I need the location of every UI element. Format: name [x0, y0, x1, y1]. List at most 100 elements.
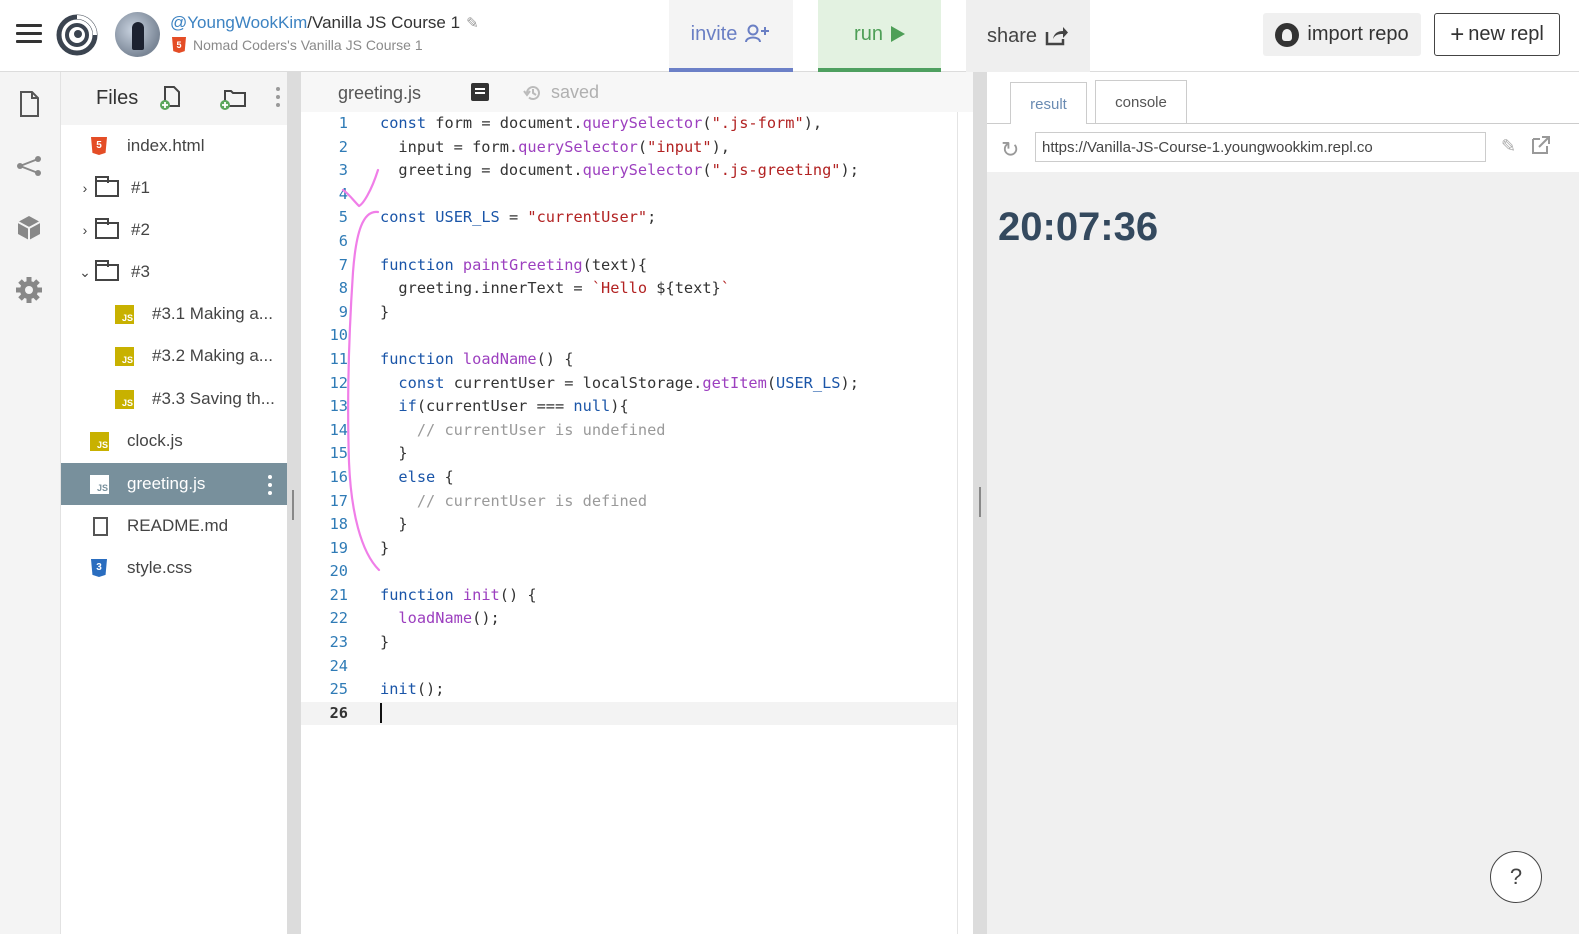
play-icon [890, 26, 905, 42]
line-text: } [380, 538, 390, 557]
run-button[interactable]: run [818, 0, 941, 72]
file-item-3-3[interactable]: JS #3.3 Saving th... [61, 378, 287, 420]
repl-name[interactable]: Vanilla JS Course 1 [312, 13, 460, 32]
editor-header: greeting.js saved [301, 72, 973, 112]
avatar[interactable] [115, 12, 160, 57]
import-repo-label: import repo [1307, 23, 1409, 45]
line-number: 11 [329, 349, 348, 368]
refresh-icon[interactable]: ↻ [1001, 137, 1019, 163]
file-item-readme[interactable]: README.md [61, 505, 287, 547]
code-line: 23} [301, 631, 957, 655]
folder-item-3[interactable]: ⌄ #3 [61, 251, 287, 293]
line-number: 8 [338, 279, 348, 298]
line-text: greeting.innerText = `Hello ${text}` [380, 279, 730, 298]
line-number: 2 [338, 137, 348, 156]
editor-tab[interactable]: greeting.js [338, 83, 421, 104]
new-folder-icon[interactable] [219, 84, 247, 112]
line-text: } [380, 444, 408, 463]
file-item-greeting-js[interactable]: JS greeting.js [61, 463, 287, 505]
panel-resize-handle[interactable] [287, 72, 301, 934]
files-menu-icon[interactable] [276, 87, 282, 107]
history-icon [523, 85, 540, 100]
code-line: 12 const currentUser = localStorage.getI… [301, 372, 957, 396]
file-item-style-css[interactable]: 3 style.css [61, 547, 287, 589]
pencil-icon[interactable]: ✎ [466, 15, 479, 32]
open-new-tab-icon[interactable] [1530, 134, 1552, 156]
css3-icon: 3 [91, 559, 107, 577]
share-nodes-icon[interactable] [14, 151, 44, 181]
line-text: loadName(); [398, 609, 500, 628]
new-file-icon[interactable] [157, 84, 185, 112]
folder-icon [95, 217, 119, 239]
files-panel: Files 5 index.html › #1 › #2 ⌄ #3 JS #3.… [61, 72, 287, 934]
line-number: 12 [329, 373, 348, 392]
folder-icon [95, 175, 119, 197]
chevron-right-icon[interactable]: › [75, 222, 95, 238]
line-number: 13 [329, 397, 348, 416]
tab-result[interactable]: result [1010, 82, 1087, 125]
line-number: 15 [329, 444, 348, 463]
file-options-icon[interactable] [268, 475, 274, 495]
share-button[interactable]: share [966, 0, 1090, 72]
hamburger-icon[interactable] [16, 24, 42, 44]
file-icon[interactable] [14, 89, 44, 119]
code-line: 11 function loadName() { [301, 348, 957, 372]
gear-icon[interactable] [14, 275, 44, 305]
editor-scrollbar[interactable] [957, 112, 973, 934]
line-number: 19 [329, 538, 348, 557]
file-label: #3.1 Making a... [152, 304, 273, 323]
code-editor: greeting.js saved 1 const form = document… [301, 72, 973, 934]
line-text: input = form.querySelector("input"), [380, 137, 730, 156]
line-number: 16 [329, 467, 348, 486]
line-number: 23 [329, 633, 348, 652]
code-line: 21 function init() { [301, 584, 957, 608]
line-text: // currentUser is undefined [416, 420, 666, 439]
code-area[interactable]: 1 const form = document.querySelector(".j… [301, 112, 957, 726]
code-line: 9} [301, 301, 957, 325]
clock-display: 20:07:36 [998, 205, 1159, 249]
line-text: greeting = document.querySelector(".js-g… [380, 161, 859, 180]
replit-logo[interactable] [56, 14, 98, 56]
share-label: share [986, 24, 1038, 47]
code-line: 2 input = form.querySelector("input"), [301, 136, 957, 160]
panel-resize-handle[interactable] [973, 72, 987, 934]
line-number: 24 [329, 656, 348, 675]
plus-icon: + [1450, 20, 1465, 48]
chevron-down-icon[interactable]: ⌄ [75, 264, 95, 281]
import-repo-button[interactable]: import repo [1263, 13, 1421, 56]
code-line: 24 [301, 655, 957, 679]
code-line: 13 if(currentUser === null){ [301, 395, 957, 419]
line-text: const currentUser = localStorage.getItem… [398, 373, 859, 392]
help-button[interactable]: ? [1490, 851, 1542, 903]
file-item-3-1[interactable]: JS #3.1 Making a... [61, 293, 287, 335]
line-number: 1 [338, 114, 348, 132]
pencil-icon[interactable]: ✎ [1501, 136, 1516, 157]
github-icon [1275, 22, 1300, 47]
folder-item-2[interactable]: › #2 [61, 209, 287, 251]
format-icon[interactable] [471, 83, 489, 101]
invite-button[interactable]: invite [669, 0, 793, 72]
line-text: if(currentUser === null){ [398, 397, 629, 416]
line-number: 7 [338, 255, 348, 274]
url-input[interactable] [1035, 132, 1486, 162]
url-bar: ↻ ✎ [987, 124, 1579, 172]
folder-item-1[interactable]: › #1 [61, 167, 287, 209]
line-number: 9 [338, 302, 348, 321]
tab-console[interactable]: console [1095, 80, 1187, 123]
package-icon[interactable] [14, 213, 44, 243]
code-line: 16 else { [301, 466, 957, 490]
line-text: } [380, 302, 390, 321]
line-number: 25 [329, 680, 348, 699]
files-header: Files [61, 72, 287, 125]
js-icon: JS [90, 431, 109, 451]
owner-link[interactable]: @YoungWookKim [170, 13, 307, 32]
chevron-right-icon[interactable]: › [75, 180, 95, 196]
file-item-index-html[interactable]: 5 index.html [61, 125, 287, 167]
line-text: function init() { [380, 585, 537, 604]
file-label: #3.2 Making a... [152, 346, 273, 365]
save-status-label: saved [551, 82, 600, 102]
code-line: 15 } [301, 442, 957, 466]
new-repl-button[interactable]: + new repl [1434, 13, 1560, 56]
file-item-3-2[interactable]: JS #3.2 Making a... [61, 335, 287, 377]
file-item-clock-js[interactable]: JS clock.js [61, 420, 287, 462]
